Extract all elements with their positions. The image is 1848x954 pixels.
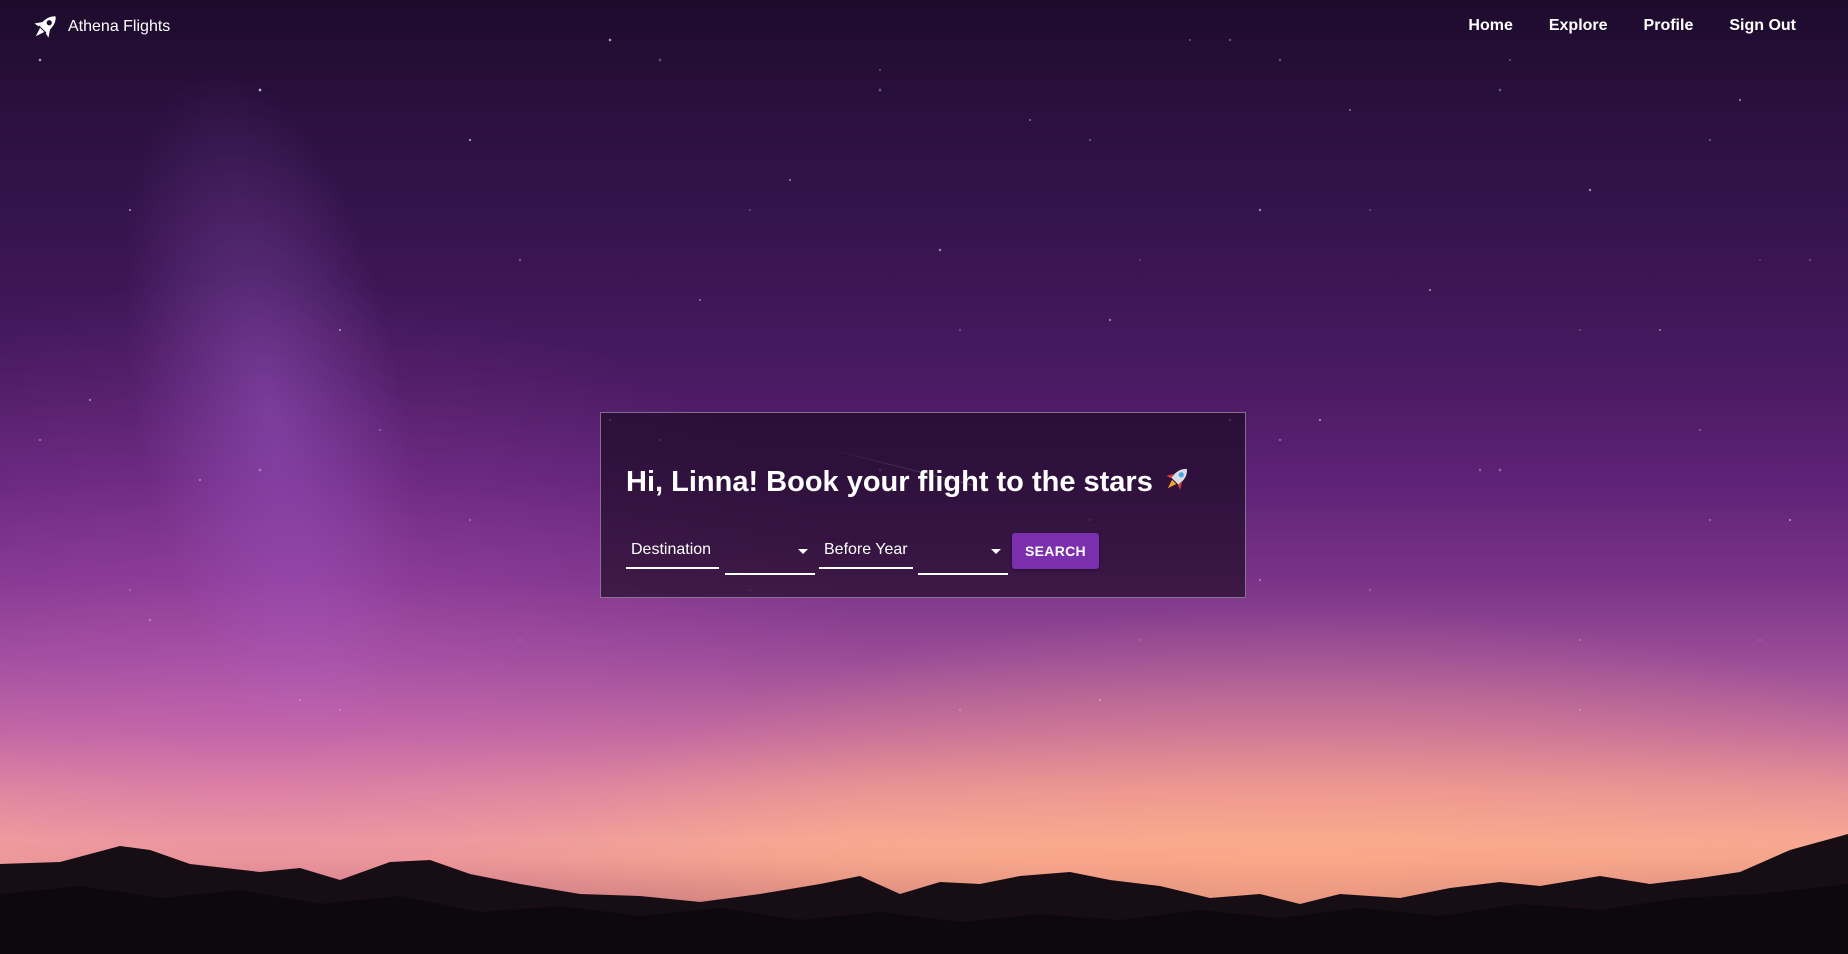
search-button[interactable]: SEARCH — [1012, 533, 1099, 569]
before-year-field: Before Year — [819, 535, 913, 569]
title-text: Hi, Linna! Book your flight to the stars — [626, 466, 1153, 498]
navbar: Athena Flights Home Explore Profile Sign… — [0, 0, 1848, 56]
destination-select[interactable] — [725, 535, 815, 575]
page-title: Hi, Linna! Book your flight to the stars — [626, 463, 1193, 499]
chevron-down-icon — [798, 549, 808, 554]
starfield-background-layer — [0, 0, 1848, 760]
mountain-silhouette — [0, 834, 1848, 954]
nav-links: Home Explore Profile Sign Out — [1468, 17, 1848, 35]
nav-link-explore[interactable]: Explore — [1549, 17, 1608, 35]
nav-link-profile[interactable]: Profile — [1644, 17, 1694, 35]
nav-link-sign-out[interactable]: Sign Out — [1729, 17, 1796, 35]
nav-link-home[interactable]: Home — [1468, 17, 1512, 35]
destination-field: Destination — [626, 535, 719, 569]
brand-name: Athena Flights — [68, 18, 171, 35]
destination-label: Destination — [631, 541, 712, 558]
before-year-label: Before Year — [824, 541, 908, 558]
chevron-down-icon — [991, 549, 1001, 554]
rocket-icon — [34, 16, 56, 38]
brand-link[interactable]: Athena Flights — [28, 10, 170, 44]
landing-page: Athena Flights Home Explore Profile Sign… — [0, 0, 1848, 954]
rocket-icon — [1166, 469, 1187, 490]
search-card: Hi, Linna! Book your flight to the stars… — [600, 412, 1246, 598]
before-year-select[interactable] — [918, 535, 1008, 575]
